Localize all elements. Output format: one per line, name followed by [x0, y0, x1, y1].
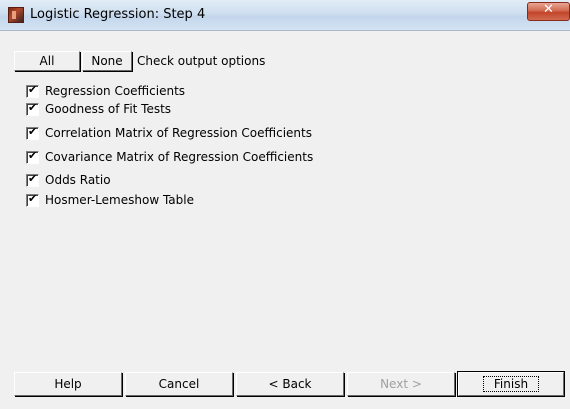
checkbox-box[interactable] [26, 192, 39, 207]
help-button[interactable]: Help [14, 372, 122, 396]
close-icon: ✕ [543, 2, 554, 17]
app-icon [8, 7, 24, 23]
all-button[interactable]: All [14, 51, 80, 71]
checkbox-label: Hosmer-Lemeshow Table [45, 193, 194, 207]
finish-button-label: Finish [482, 376, 540, 392]
checkbox-box[interactable] [26, 125, 39, 140]
checkbox-label: Goodness of Fit Tests [45, 102, 172, 116]
finish-button[interactable]: Finish [457, 371, 565, 397]
title-bar[interactable]: Logistic Regression: Step 4 ✕ [0, 0, 570, 31]
checkbox-box[interactable] [26, 101, 39, 116]
close-button[interactable]: ✕ [527, 2, 570, 21]
checkbox-box[interactable] [26, 172, 39, 187]
dialog-window: Logistic Regression: Step 4 ✕ All None C… [0, 0, 570, 409]
checkbox-box[interactable] [26, 149, 39, 164]
window-title: Logistic Regression: Step 4 [30, 7, 206, 22]
dialog-body: All None Check output options Regression… [0, 31, 570, 409]
next-button[interactable]: Next > [347, 372, 455, 396]
checkbox-label: Odds Ratio [45, 173, 111, 187]
none-button[interactable]: None [82, 51, 132, 71]
checkbox-label: Covariance Matrix of Regression Coeffici… [45, 150, 314, 164]
checkbox-label: Correlation Matrix of Regression Coeffic… [45, 126, 312, 140]
checkbox-box[interactable] [26, 83, 39, 98]
check-output-label: Check output options [137, 54, 266, 68]
back-button[interactable]: < Back [236, 372, 344, 396]
checkbox-label: Regression Coefficients [45, 84, 186, 98]
cancel-button[interactable]: Cancel [125, 372, 233, 396]
